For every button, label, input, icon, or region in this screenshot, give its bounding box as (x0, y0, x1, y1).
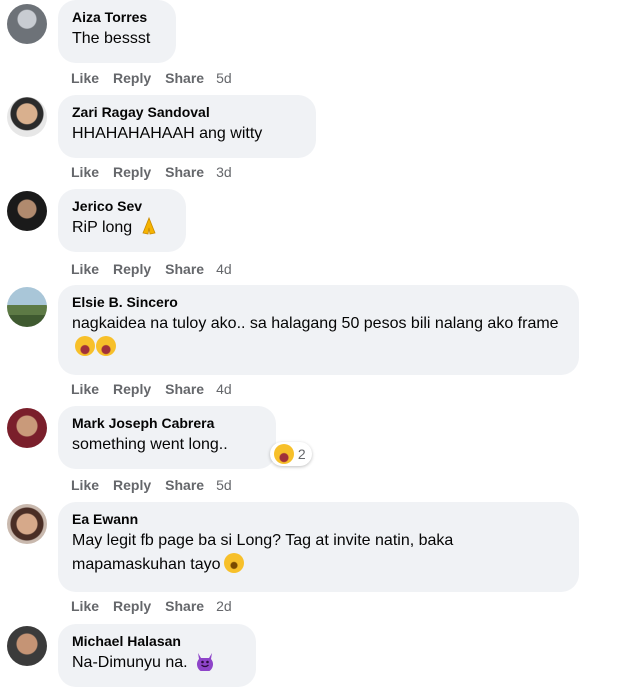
comment-bubble: Zari Ragay Sandoval HHAHAHAHAAH ang witt… (58, 95, 316, 158)
comment-bubble: Jerico Sev RiP long (58, 189, 186, 252)
comment-text: HHAHAHAHAAH ang witty (72, 125, 263, 142)
like-button[interactable]: Like (71, 261, 99, 277)
comment-author[interactable]: Jerico Sev (72, 197, 172, 215)
comment-timestamp[interactable]: 5d (216, 477, 232, 493)
avatar[interactable] (7, 626, 47, 666)
devil-emoji-icon (197, 653, 214, 673)
avatar[interactable] (7, 287, 47, 327)
like-button[interactable]: Like (71, 70, 99, 86)
comment-text-content: RiP long (72, 219, 133, 236)
haha-reaction-icon (274, 444, 294, 464)
comment-actions: Like Reply Share 3d (71, 163, 246, 181)
comment-author[interactable]: Elsie B. Sincero (72, 293, 565, 311)
like-button[interactable]: Like (71, 164, 99, 180)
share-button[interactable]: Share (165, 477, 204, 493)
like-button[interactable]: Like (71, 477, 99, 493)
share-button[interactable]: Share (165, 381, 204, 397)
reply-button[interactable]: Reply (113, 477, 151, 493)
comment-text-content: nagkaidea na tuloy ako.. sa halagang 50 … (72, 315, 559, 332)
share-button[interactable]: Share (165, 261, 204, 277)
laughing-emoji-icon (96, 336, 116, 356)
like-button[interactable]: Like (71, 381, 99, 397)
comment-author[interactable]: Aiza Torres (72, 8, 162, 26)
comment-text: Na-Dimunyu na. (72, 651, 242, 675)
share-button[interactable]: Share (165, 598, 204, 614)
laughing-emoji-icon (75, 336, 95, 356)
comment-author[interactable]: Michael Halasan (72, 632, 242, 650)
comment-actions: Like Reply Share 4d (71, 380, 246, 398)
avatar[interactable] (7, 191, 47, 231)
avatar[interactable] (7, 4, 47, 44)
comment-text: The bessst (72, 30, 151, 47)
avatar[interactable] (7, 408, 47, 448)
reply-button[interactable]: Reply (113, 261, 151, 277)
comment-bubble: Elsie B. Sincero nagkaidea na tuloy ako.… (58, 285, 579, 375)
comment-bubble: Mark Joseph Cabrera something went long.… (58, 406, 276, 469)
share-button[interactable]: Share (165, 70, 204, 86)
comment-text: May legit fb page ba si Long? Tag at inv… (72, 529, 565, 577)
comment-text: RiP long (72, 216, 172, 240)
comment-actions: Like Reply Share 5d (71, 476, 246, 494)
avatar[interactable] (7, 97, 47, 137)
reaction-count: 2 (297, 446, 306, 462)
comment-text-content: Na-Dimunyu na. (72, 654, 188, 671)
reply-button[interactable]: Reply (113, 381, 151, 397)
avatar[interactable] (7, 504, 47, 544)
reaction-badge[interactable]: 2 (270, 442, 312, 466)
reply-button[interactable]: Reply (113, 164, 151, 180)
comment-bubble: Ea Ewann May legit fb page ba si Long? T… (58, 502, 579, 592)
reply-button[interactable]: Reply (113, 598, 151, 614)
comment-actions: Like Reply Share 2d (71, 597, 246, 615)
comment-bubble: Michael Halasan Na-Dimunyu na. (58, 624, 256, 687)
comment-actions: Like Reply Share 4d (71, 260, 246, 278)
smiling-emoji-icon (223, 553, 244, 573)
comment-author[interactable]: Zari Ragay Sandoval (72, 103, 302, 121)
reply-button[interactable]: Reply (113, 70, 151, 86)
comment-text: nagkaidea na tuloy ako.. sa halagang 50 … (72, 312, 565, 360)
comment-actions: Like Reply Share 5d (71, 69, 246, 87)
like-button[interactable]: Like (71, 598, 99, 614)
comment-timestamp[interactable]: 4d (216, 381, 232, 397)
comment-text: something went long.. (72, 436, 228, 453)
share-button[interactable]: Share (165, 164, 204, 180)
comment-author[interactable]: Ea Ewann (72, 510, 565, 528)
comment-timestamp[interactable]: 2d (216, 598, 232, 614)
comment-author[interactable]: Mark Joseph Cabrera (72, 414, 262, 432)
folded-hands-emoji-icon (142, 216, 156, 235)
comment-timestamp[interactable]: 5d (216, 70, 232, 86)
comment-bubble: Aiza Torres The bessst (58, 0, 176, 63)
comment-text-content: May legit fb page ba si Long? Tag at inv… (72, 532, 454, 573)
comment-timestamp[interactable]: 3d (216, 164, 232, 180)
comment-timestamp[interactable]: 4d (216, 261, 232, 277)
